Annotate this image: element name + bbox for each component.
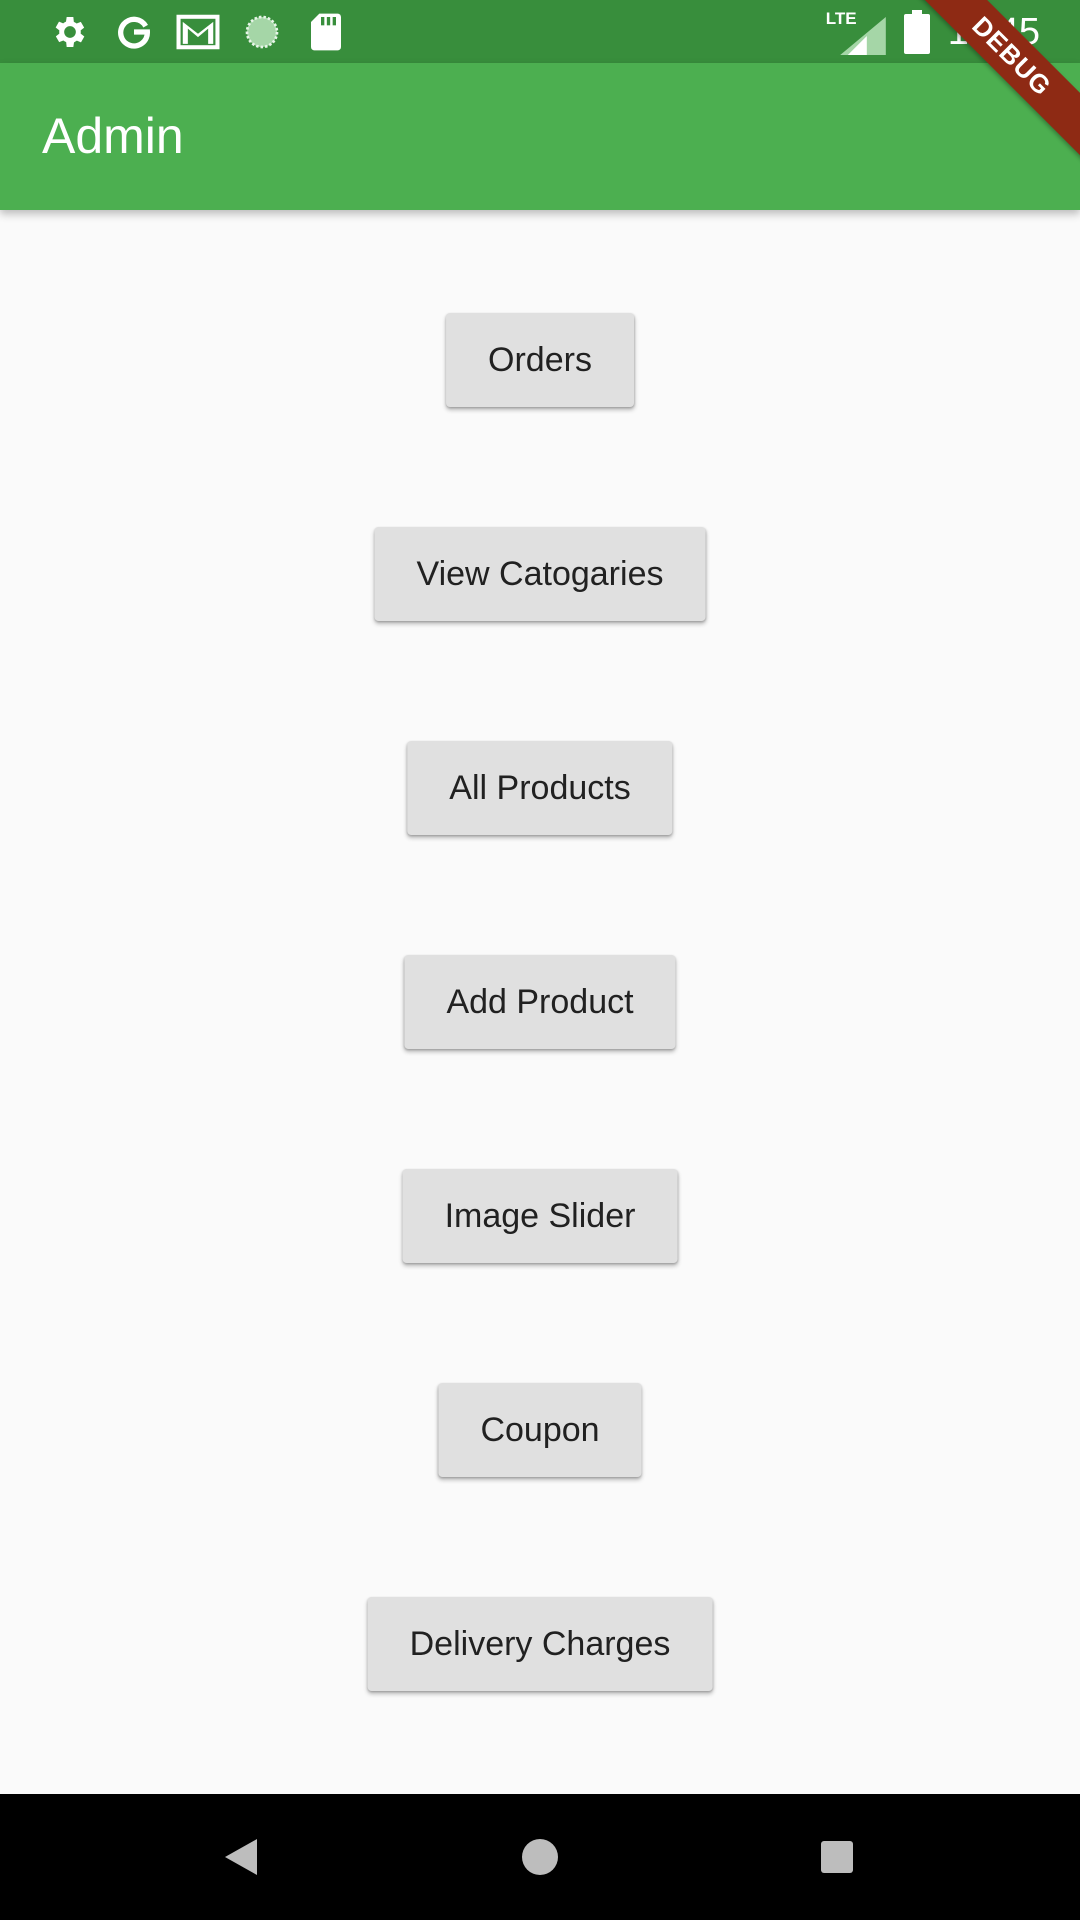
coupon-button[interactable]: Coupon: [438, 1383, 642, 1477]
page-title: Admin: [42, 108, 184, 164]
orders-button[interactable]: Orders: [446, 313, 634, 407]
sd-card-icon: [304, 10, 348, 54]
sync-icon: [240, 10, 284, 54]
gmail-icon: [176, 10, 220, 54]
battery-icon: [903, 10, 930, 54]
admin-screen: LTE 11:45 Admin DEBUG Orders View Catoga…: [0, 0, 1080, 1920]
delivery-charges-button[interactable]: Delivery Charges: [367, 1597, 713, 1691]
home-icon[interactable]: [510, 1827, 570, 1887]
status-bar: LTE 11:45: [0, 0, 1080, 63]
image-slider-button[interactable]: Image Slider: [402, 1169, 678, 1263]
add-product-button[interactable]: Add Product: [404, 955, 676, 1049]
back-icon[interactable]: [211, 1827, 271, 1887]
recents-icon[interactable]: [807, 1827, 867, 1887]
google-icon: [112, 10, 156, 54]
all-products-button[interactable]: All Products: [407, 741, 673, 835]
app-bar: Admin: [0, 63, 1080, 210]
view-categories-button[interactable]: View Catogaries: [374, 527, 706, 621]
navigation-bar: [0, 1794, 1080, 1920]
settings-icon: [48, 10, 92, 54]
admin-menu: Orders View Catogaries All Products Add …: [0, 210, 1080, 1794]
lte-signal-icon: LTE: [826, 9, 886, 55]
notification-icons: [48, 10, 348, 54]
